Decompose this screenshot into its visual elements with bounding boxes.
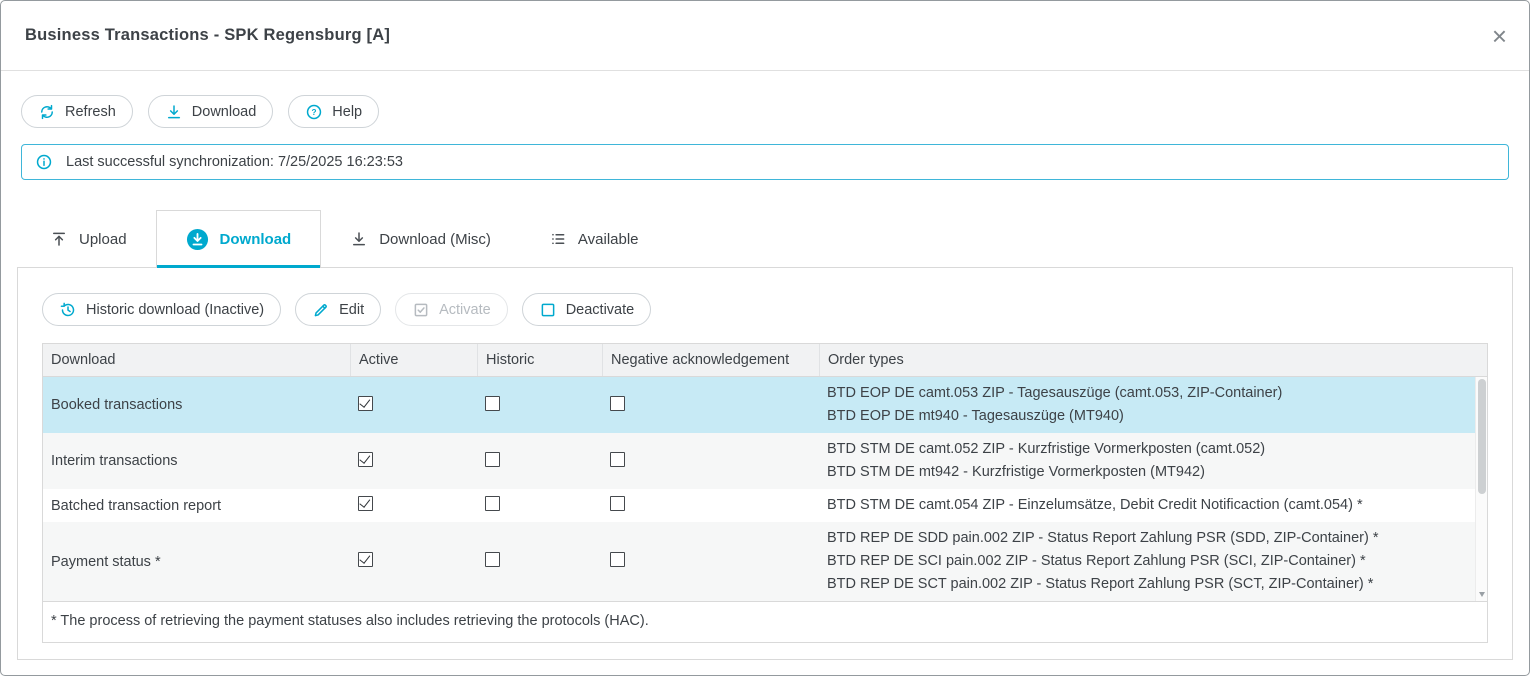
page-title: Business Transactions - SPK Regensburg […	[25, 26, 390, 45]
table-actions: Historic download (Inactive) Edit Activa…	[18, 268, 1512, 343]
download-misc-icon	[350, 230, 368, 248]
activate-label: Activate	[439, 302, 491, 318]
business-transactions-dialog: Business Transactions - SPK Regensburg […	[0, 0, 1530, 676]
historic-checkbox[interactable]	[485, 396, 500, 411]
column-header-historic: Historic	[477, 344, 602, 376]
scroll-down-arrow-icon[interactable]	[1479, 592, 1485, 597]
historic-checkbox[interactable]	[485, 496, 500, 511]
help-label: Help	[332, 104, 362, 120]
vertical-scrollbar[interactable]	[1475, 377, 1487, 601]
refresh-button[interactable]: Refresh	[21, 95, 133, 128]
historic-checkbox[interactable]	[485, 452, 500, 467]
order-type-line: BTD STM DE camt.052 ZIP - Kurzfristige V…	[827, 438, 1467, 461]
download-circle-icon	[186, 228, 209, 251]
svg-text:?: ?	[312, 108, 317, 117]
downloads-table: Download Active Historic Negative acknow…	[42, 343, 1488, 643]
table-row[interactable]: Booked transactions BTD EOP DE camt.053 …	[43, 377, 1487, 433]
active-checkbox[interactable]	[358, 396, 373, 411]
column-header-active: Active	[350, 344, 477, 376]
column-header-order-types: Order types	[819, 344, 1487, 376]
table-row[interactable]: Interim transactions BTD STM DE camt.052…	[43, 433, 1487, 489]
order-types-cell: BTD STM DE camt.054 ZIP - Einzelumsätze,…	[819, 494, 1487, 517]
order-type-line: BTD EOP DE camt.053 ZIP - Tagesauszüge (…	[827, 382, 1467, 405]
table-row[interactable]: Payment status * BTD REP DE SDD pain.002…	[43, 522, 1487, 601]
tab-download-misc-label: Download (Misc)	[379, 231, 491, 248]
edit-label: Edit	[339, 302, 364, 318]
tab-download-label: Download	[220, 231, 292, 248]
titlebar: Business Transactions - SPK Regensburg […	[1, 1, 1529, 71]
negative-ack-checkbox[interactable]	[610, 552, 625, 567]
historic-download-label: Historic download (Inactive)	[86, 302, 264, 318]
download-cell: Batched transaction report	[43, 498, 350, 514]
order-types-cell: BTD STM DE camt.052 ZIP - Kurzfristige V…	[819, 438, 1487, 484]
tab-bar: Upload Download Download (Misc) Availabl…	[21, 210, 1529, 268]
order-type-line: BTD REP DE SCT pain.002 ZIP - Status Rep…	[827, 573, 1467, 596]
download-icon	[165, 103, 183, 121]
tab-download[interactable]: Download	[156, 210, 322, 268]
tab-available[interactable]: Available	[520, 210, 668, 268]
footnote: * The process of retrieving the payment …	[43, 601, 1487, 642]
download-cell: Interim transactions	[43, 453, 350, 469]
table-header: Download Active Historic Negative acknow…	[43, 344, 1487, 377]
help-button[interactable]: ? Help	[288, 95, 379, 128]
active-checkbox[interactable]	[358, 552, 373, 567]
checkbox-checked-icon	[412, 301, 430, 319]
column-header-negative-acknowledgement: Negative acknowledgement	[602, 344, 819, 376]
order-type-line: BTD STM DE mt942 - Kurzfristige Vormerkp…	[827, 461, 1467, 484]
close-icon[interactable]: ×	[1492, 23, 1507, 49]
download-button[interactable]: Download	[148, 95, 274, 128]
pencil-icon	[312, 301, 330, 319]
order-type-line: BTD EOP DE mt940 - Tagesauszüge (MT940)	[827, 405, 1467, 428]
deactivate-button[interactable]: Deactivate	[522, 293, 652, 326]
activate-button[interactable]: Activate	[395, 293, 508, 326]
order-type-line: BTD REP DE SDD pain.002 ZIP - Status Rep…	[827, 527, 1467, 550]
negative-ack-checkbox[interactable]	[610, 496, 625, 511]
list-icon	[549, 230, 567, 248]
tab-download-misc[interactable]: Download (Misc)	[321, 210, 520, 268]
history-icon	[59, 301, 77, 319]
column-header-download: Download	[43, 344, 350, 376]
toolbar: Refresh Download ? Help	[21, 95, 1509, 128]
download-label: Download	[192, 104, 257, 120]
refresh-icon	[38, 103, 56, 121]
edit-button[interactable]: Edit	[295, 293, 381, 326]
download-tab-panel: Historic download (Inactive) Edit Activa…	[17, 267, 1513, 660]
active-checkbox[interactable]	[358, 496, 373, 511]
negative-ack-checkbox[interactable]	[610, 396, 625, 411]
deactivate-label: Deactivate	[566, 302, 635, 318]
historic-checkbox[interactable]	[485, 552, 500, 567]
checkbox-empty-icon	[539, 301, 557, 319]
scrollbar-thumb[interactable]	[1478, 379, 1486, 494]
sync-info-banner: Last successful synchronization: 7/25/20…	[21, 144, 1509, 180]
tab-upload-label: Upload	[79, 231, 127, 248]
info-icon	[35, 153, 53, 171]
help-icon: ?	[305, 103, 323, 121]
table-body: Booked transactions BTD EOP DE camt.053 …	[43, 377, 1487, 601]
table-row[interactable]: Batched transaction report BTD STM DE ca…	[43, 489, 1487, 522]
order-type-line: BTD STM DE camt.054 ZIP - Einzelumsätze,…	[827, 494, 1467, 517]
negative-ack-checkbox[interactable]	[610, 452, 625, 467]
upload-icon	[50, 230, 68, 248]
order-types-cell: BTD REP DE SDD pain.002 ZIP - Status Rep…	[819, 527, 1487, 596]
refresh-label: Refresh	[65, 104, 116, 120]
tab-available-label: Available	[578, 231, 639, 248]
order-types-cell: BTD EOP DE camt.053 ZIP - Tagesauszüge (…	[819, 382, 1487, 428]
download-cell: Booked transactions	[43, 397, 350, 413]
active-checkbox[interactable]	[358, 452, 373, 467]
download-cell: Payment status *	[43, 554, 350, 570]
tab-upload[interactable]: Upload	[21, 210, 156, 268]
sync-info-text: Last successful synchronization: 7/25/20…	[66, 154, 403, 170]
order-type-line: BTD REP DE SCI pain.002 ZIP - Status Rep…	[827, 550, 1467, 573]
historic-download-button[interactable]: Historic download (Inactive)	[42, 293, 281, 326]
